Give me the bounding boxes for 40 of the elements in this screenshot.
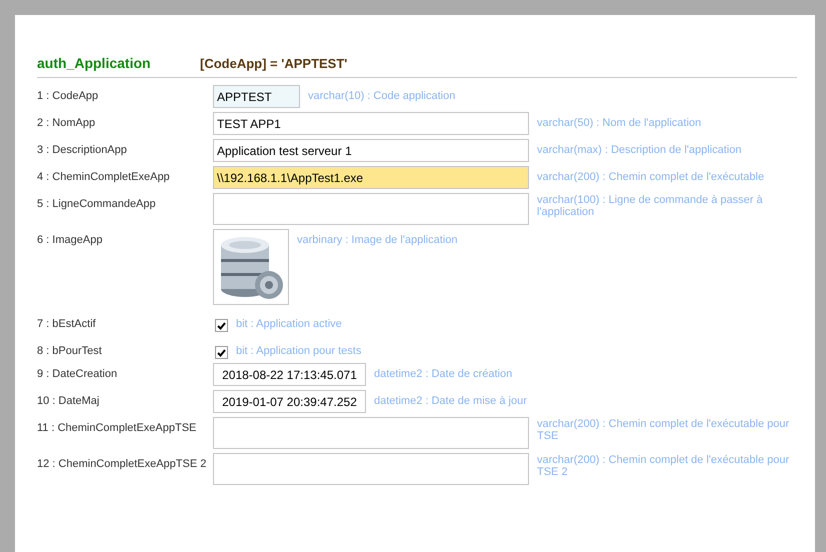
field-description: varchar(50) : Nom de l'application [537, 116, 702, 129]
field-description: datetime2 : Date de création [374, 367, 514, 380]
input-field[interactable] [213, 453, 529, 485]
image-field[interactable] [213, 229, 289, 305]
field-description: varchar(max) : Description de l'application [537, 143, 742, 156]
field-description: datetime2 : Date de mise à jour [374, 394, 528, 407]
checkbox[interactable] [215, 319, 228, 332]
field-label: 4 : CheminCompletExeApp [37, 170, 171, 183]
field-description: varchar(10) : Code application [308, 89, 456, 102]
input-field[interactable] [213, 193, 529, 225]
field-description: varchar(200) : Chemin complet de l'exécutable pour TSE [537, 417, 790, 442]
input-field[interactable]: Application test serveur 1 [213, 139, 529, 162]
table-title: auth_Application [37, 55, 152, 71]
field-label: 1 : CodeApp [37, 89, 100, 102]
field-label: 8 : bPourTest [37, 344, 103, 357]
filter-text: [CodeApp] = 'APPTEST' [200, 56, 348, 71]
field-label: 11 : CheminCompletExeAppTSE [37, 421, 198, 434]
field-label: 9 : DateCreation [37, 367, 118, 380]
field-label: 5 : LigneCommandeApp [37, 197, 157, 210]
field-label: 3 : DescriptionApp [37, 143, 128, 156]
input-field[interactable]: TEST APP1 [213, 112, 529, 135]
input-field[interactable]: 2019-01-07 20:39:47.252 [213, 390, 366, 413]
field-label: 10 : DateMaj [37, 394, 100, 407]
input-field[interactable]: APPTEST [213, 85, 300, 108]
field-label: 12 : CheminCompletExeAppTSE 2 [37, 457, 208, 470]
input-field[interactable]: 2018-08-22 17:13:45.071 [213, 363, 366, 386]
field-label: 6 : ImageApp [37, 233, 104, 246]
field-description: varbinary : Image de l'application [297, 233, 458, 246]
check-icon [217, 348, 226, 356]
input-field[interactable] [213, 417, 529, 449]
checkbox[interactable] [215, 346, 228, 359]
input-field[interactable]: \\192.168.1.1\AppTest1.exe [213, 166, 529, 189]
field-description: varchar(200) : Chemin complet de l'exécutable pour TSE 2 [537, 453, 790, 478]
field-label: 7 : bEstActif [37, 317, 97, 330]
field-label: 2 : NomApp [37, 116, 96, 129]
field-description: bit : Application pour tests [236, 344, 362, 357]
field-description: varchar(200) : Chemin complet de l'exécutable [537, 170, 766, 183]
field-description: bit : Application active [236, 317, 343, 330]
field-description: varchar(100) : Ligne de commande à passer à l'application [537, 193, 764, 218]
check-icon [217, 322, 226, 330]
